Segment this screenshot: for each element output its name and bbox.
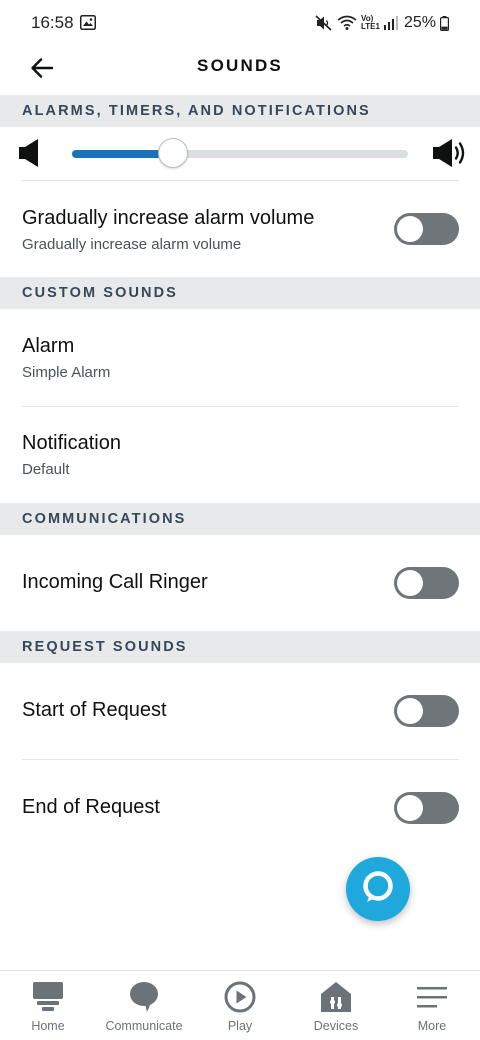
image-icon xyxy=(80,15,96,30)
gradual-alarm-subtitle: Gradually increase alarm volume xyxy=(22,236,242,253)
network-type-label: Vo) LTE1 xyxy=(361,14,380,31)
volume-slider-thumb[interactable] xyxy=(157,138,188,168)
devices-icon xyxy=(320,981,352,1013)
start-of-request-toggle[interactable] xyxy=(394,695,459,727)
volume-slider-track[interactable] xyxy=(72,150,408,158)
nav-item-home[interactable]: Home xyxy=(0,971,96,1040)
incoming-call-title: Incoming Call Ringer xyxy=(22,571,208,593)
battery-icon xyxy=(440,15,449,31)
battery-percent: 25% xyxy=(403,14,436,31)
alarm-sound-row[interactable]: Alarm Simple Alarm xyxy=(0,309,480,406)
home-icon xyxy=(33,981,63,1013)
wifi-icon xyxy=(337,15,357,31)
section-header-communications: COMMUNICATIONS xyxy=(0,503,480,535)
volume-high-icon xyxy=(432,138,468,173)
alarm-title: Alarm xyxy=(22,335,75,357)
mute-icon xyxy=(315,15,333,31)
end-of-request-toggle[interactable] xyxy=(394,792,459,824)
incoming-call-ringer-row[interactable]: Incoming Call Ringer xyxy=(0,535,480,631)
play-icon xyxy=(224,981,256,1013)
status-time: 16:58 xyxy=(31,13,74,32)
gradual-alarm-row[interactable]: Gradually increase alarm volume Graduall… xyxy=(0,181,480,277)
incoming-call-toggle[interactable] xyxy=(394,567,459,599)
status-bar: 16:58 Vo) LTE1 25% xyxy=(0,0,480,46)
page-title: SOUNDS xyxy=(197,56,283,75)
end-of-request-title: End of Request xyxy=(22,796,160,818)
app-header: SOUNDS xyxy=(0,46,480,94)
notification-subtitle: Default xyxy=(22,461,70,478)
alarm-volume-slider-row xyxy=(0,126,480,180)
start-of-request-title: Start of Request xyxy=(22,699,167,721)
nav-item-more[interactable]: More xyxy=(384,971,480,1040)
gradual-alarm-title: Gradually increase alarm volume xyxy=(22,207,315,229)
notification-sound-row[interactable]: Notification Default xyxy=(0,407,480,503)
nav-item-communicate[interactable]: Communicate xyxy=(96,971,192,1040)
section-header-alarms: ALARMS, TIMERS, AND NOTIFICATIONS xyxy=(0,95,480,127)
gradual-alarm-toggle[interactable] xyxy=(394,213,459,245)
notification-title: Notification xyxy=(22,432,121,454)
chat-bubble-icon xyxy=(129,981,159,1013)
menu-icon xyxy=(416,981,448,1013)
nav-item-devices[interactable]: Devices xyxy=(288,971,384,1040)
alarm-subtitle: Simple Alarm xyxy=(22,364,111,381)
end-of-request-row[interactable]: End of Request xyxy=(0,760,480,856)
nav-item-play[interactable]: Play xyxy=(192,971,288,1040)
section-header-request-sounds: REQUEST SOUNDS xyxy=(0,631,480,663)
alexa-ring-icon xyxy=(360,869,396,910)
bottom-nav: Home Communicate Play Devices More xyxy=(0,970,480,1040)
volume-low-icon xyxy=(18,138,40,173)
alexa-button[interactable] xyxy=(346,857,410,921)
start-of-request-row[interactable]: Start of Request xyxy=(0,663,480,759)
signal-icon xyxy=(383,16,398,30)
section-header-custom-sounds: CUSTOM SOUNDS xyxy=(0,277,480,309)
